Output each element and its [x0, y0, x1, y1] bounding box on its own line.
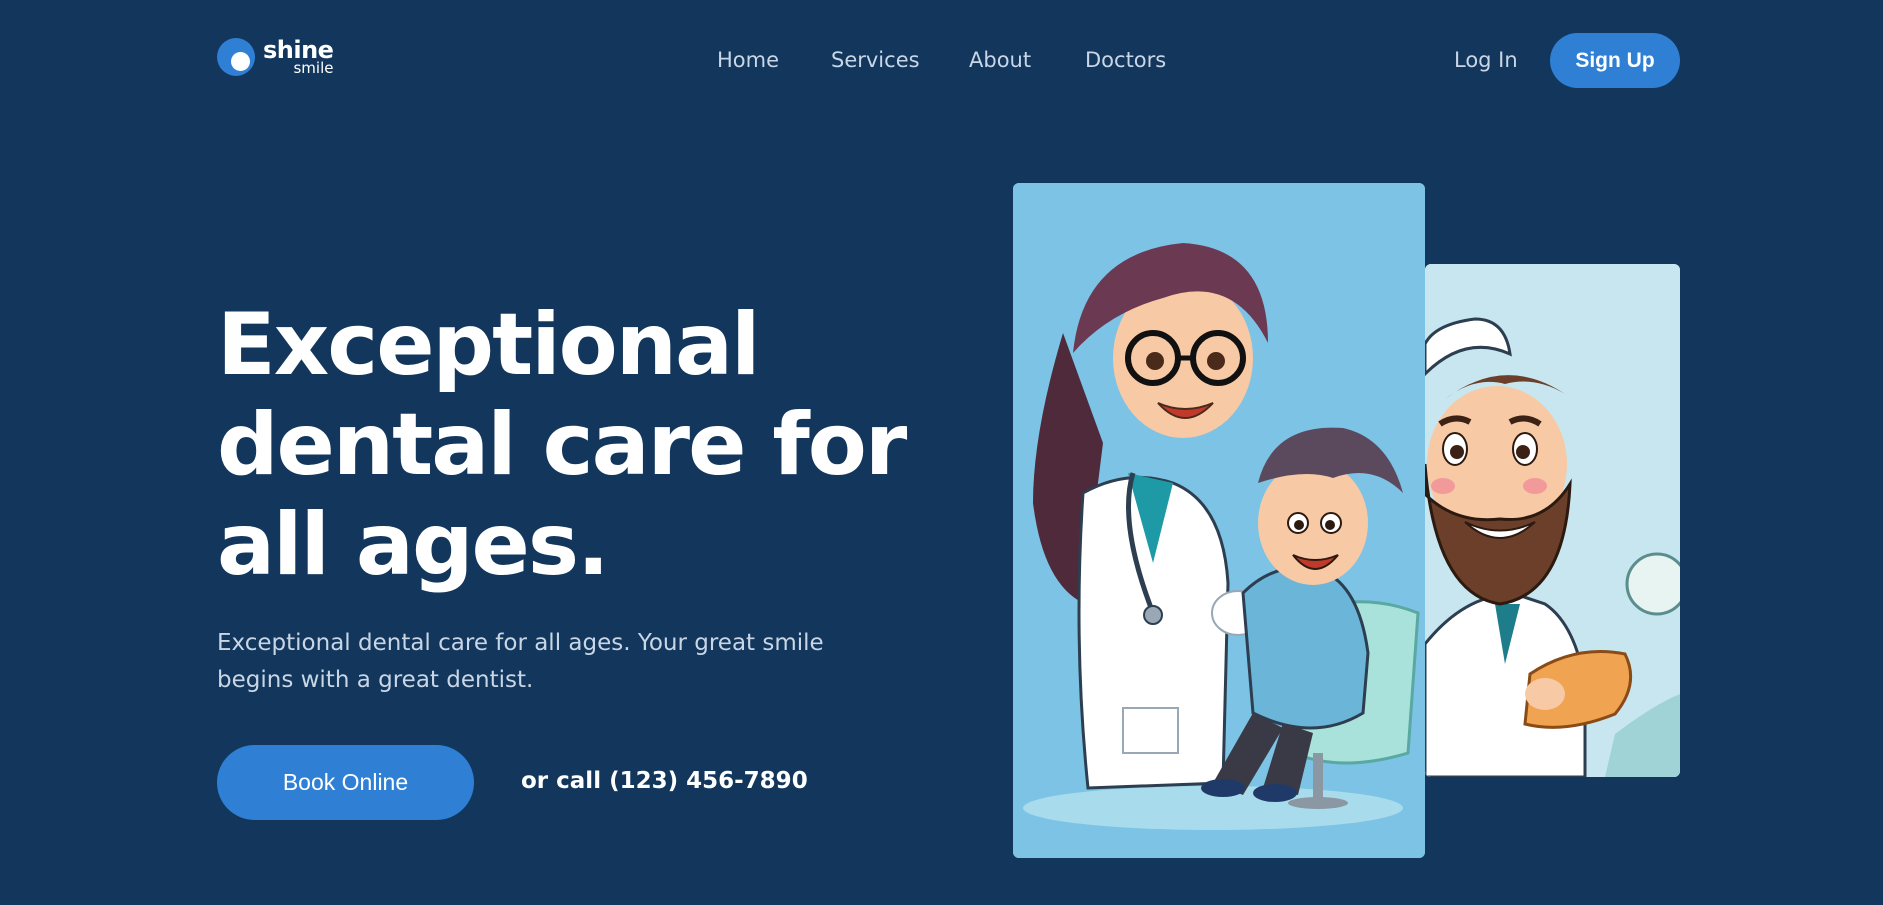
- nav-item-services[interactable]: Services: [831, 48, 920, 72]
- hero-headline: Exceptional dental care for all ages.: [217, 295, 907, 595]
- nav-item-doctors[interactable]: Doctors: [1085, 48, 1166, 72]
- logo[interactable]: shine smile: [217, 38, 334, 76]
- female-dentist-child-illustration: [1013, 183, 1425, 858]
- hero-subtitle: Exceptional dental care for all ages. Yo…: [217, 630, 824, 693]
- logo-text: shine smile: [263, 38, 334, 76]
- bearded-dentist-illustration: [1425, 264, 1680, 777]
- nav-item-home[interactable]: Home: [717, 48, 779, 72]
- logo-mark-icon: [217, 38, 255, 76]
- book-online-button[interactable]: Book Online: [217, 745, 474, 820]
- login-link[interactable]: Log In: [1454, 48, 1518, 72]
- signup-button[interactable]: Sign Up: [1550, 33, 1680, 88]
- call-phone-text[interactable]: or call (123) 456-7890: [521, 768, 808, 794]
- nav-item-about[interactable]: About: [969, 48, 1031, 72]
